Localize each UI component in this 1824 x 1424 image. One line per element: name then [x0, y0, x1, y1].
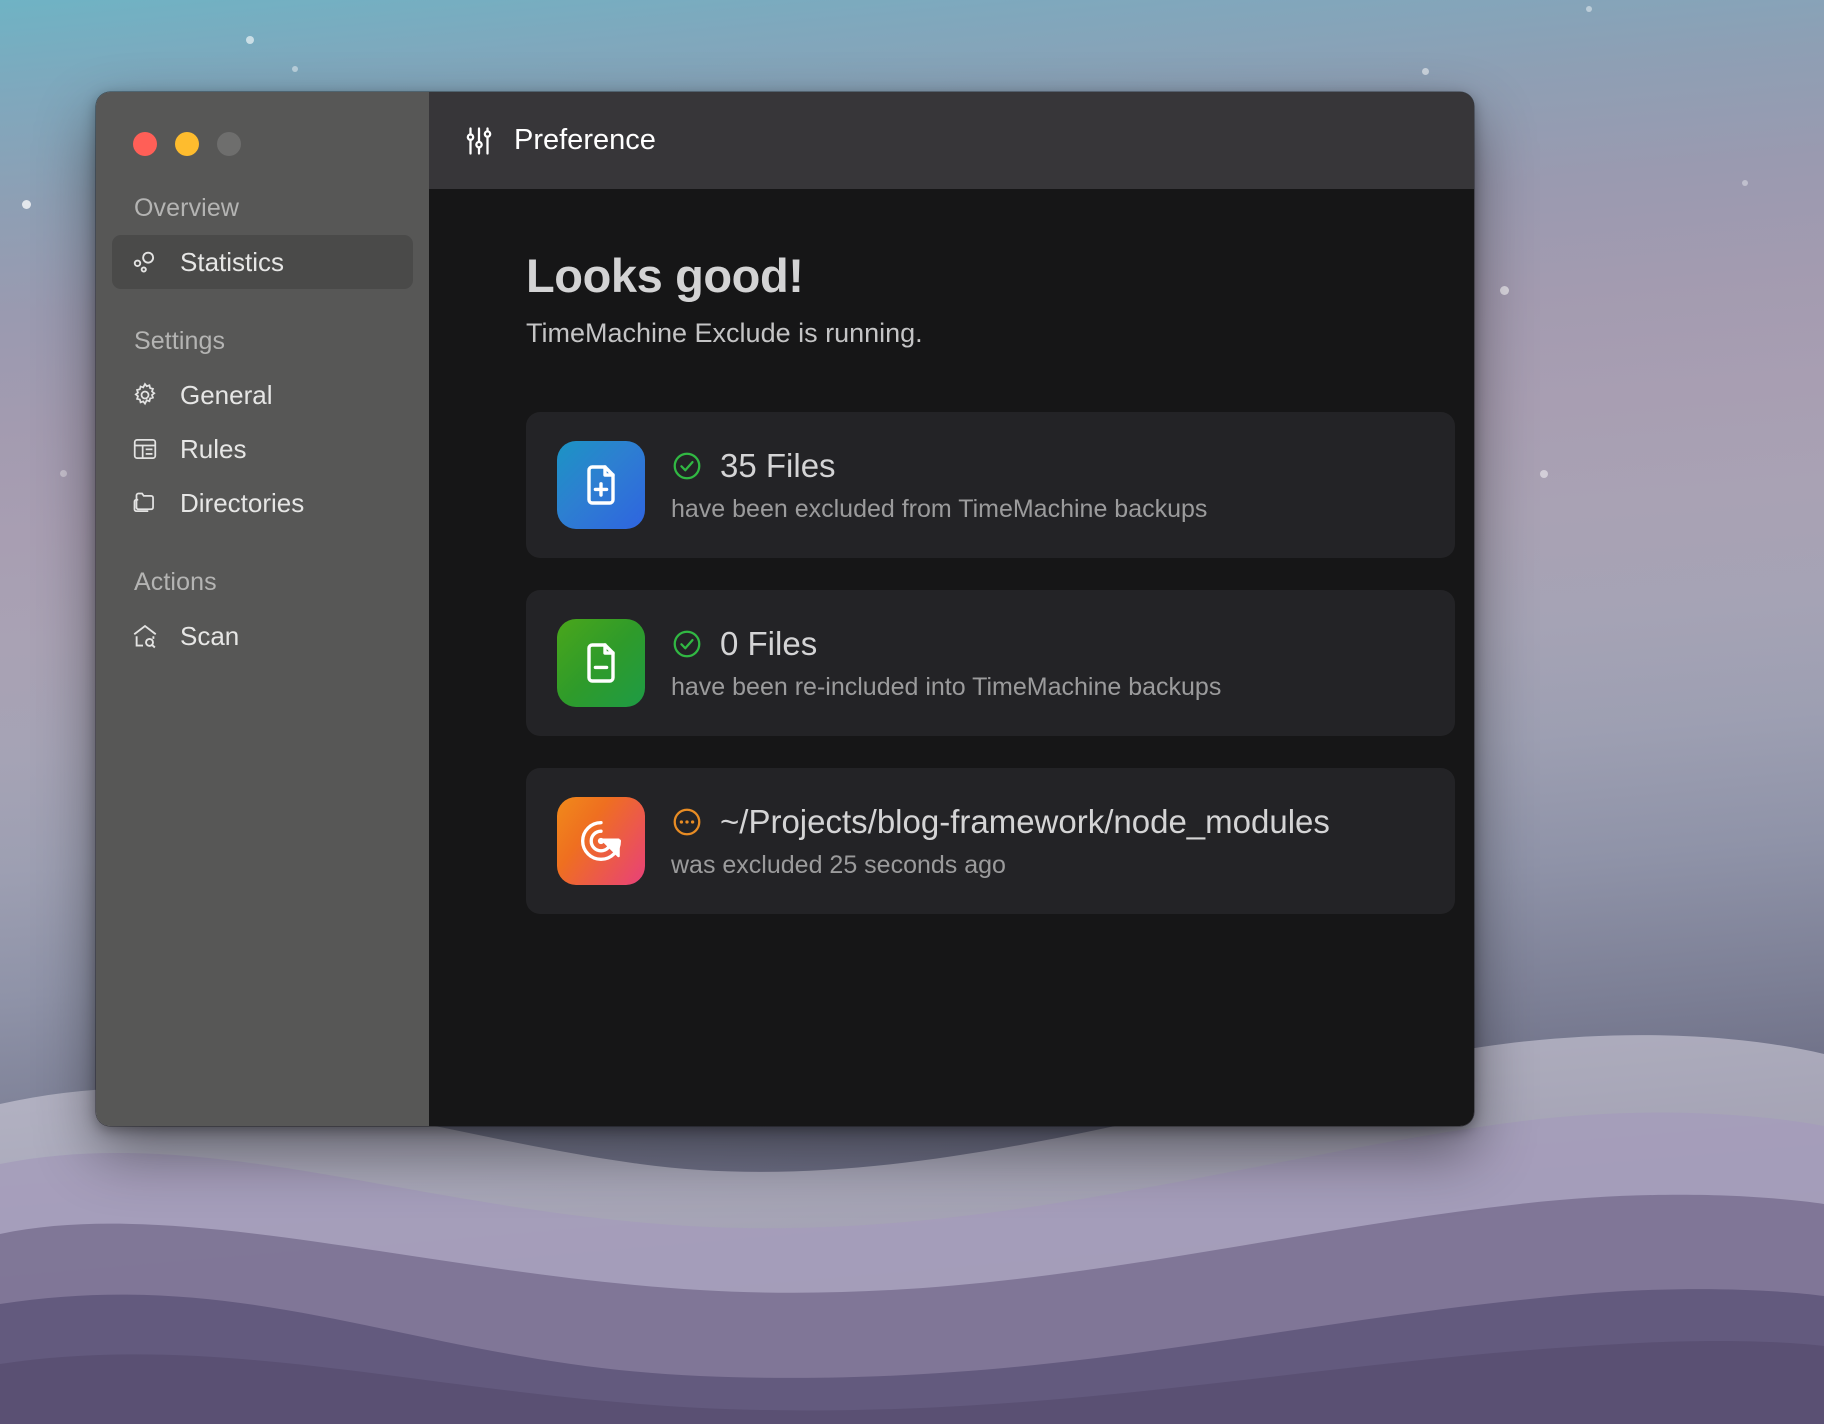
- star-dot: [292, 66, 298, 72]
- star-dot: [1500, 286, 1509, 295]
- sidebar-item-rules[interactable]: Rules: [112, 422, 413, 476]
- titlebar: Preference: [429, 92, 1474, 189]
- sidebar-item-label: Directories: [180, 487, 305, 518]
- card-title: ~/Projects/blog-framework/node_modules: [720, 802, 1330, 840]
- card-title: 0 Files: [720, 624, 818, 662]
- folders-icon: [130, 488, 160, 518]
- rules-list-icon: [130, 434, 160, 464]
- stats-card-list: 35 Files have been excluded from TimeMac…: [526, 412, 1455, 915]
- card-text: 0 Files have been re-included into TimeM…: [671, 625, 1424, 702]
- card-title-row: 35 Files: [671, 447, 1424, 485]
- star-dot: [1586, 6, 1592, 12]
- document-minus-icon: [557, 619, 645, 708]
- desktop-wallpaper: Overview Statistics Settings General Rul…: [0, 0, 1824, 1424]
- card-subtitle: have been re-included into TimeMachine b…: [671, 672, 1222, 701]
- sidebar: Overview Statistics Settings General Rul…: [96, 92, 429, 1126]
- check-circle-icon: [671, 628, 703, 660]
- stats-card-latest-exclusion[interactable]: ~/Projects/blog-framework/node_modules w…: [526, 768, 1455, 915]
- sliders-icon: [462, 124, 496, 158]
- check-circle-icon: [671, 450, 703, 482]
- sidebar-item-label: Scan: [180, 620, 240, 651]
- sidebar-item-statistics[interactable]: Statistics: [112, 235, 413, 289]
- sidebar-item-scan[interactable]: Scan: [112, 609, 413, 663]
- star-dot: [22, 200, 31, 209]
- minimize-window-button[interactable]: [175, 132, 199, 156]
- card-title-row: 0 Files: [671, 625, 1424, 663]
- sidebar-group-label-settings: Settings: [134, 327, 226, 355]
- status-headline: Looks good!: [526, 249, 804, 302]
- traffic-lights: [112, 92, 413, 156]
- sidebar-item-directories[interactable]: Directories: [112, 476, 413, 530]
- radar-scan-icon: [557, 797, 645, 886]
- stats-card-reincluded[interactable]: 0 Files have been re-included into TimeM…: [526, 590, 1455, 737]
- star-dot: [60, 470, 67, 477]
- card-title-row: ~/Projects/blog-framework/node_modules: [671, 803, 1424, 841]
- sidebar-item-general[interactable]: General: [112, 368, 413, 422]
- close-window-button[interactable]: [133, 132, 157, 156]
- page-title: Preference: [514, 124, 656, 156]
- card-subtitle: was excluded 25 seconds ago: [671, 850, 1006, 879]
- sidebar-group-label-overview: Overview: [134, 194, 239, 222]
- card-text: ~/Projects/blog-framework/node_modules w…: [671, 803, 1424, 880]
- app-window: Overview Statistics Settings General Rul…: [96, 92, 1474, 1126]
- statistics-icon: [130, 247, 160, 277]
- main-panel: Looks good! TimeMachine Exclude is runni…: [429, 189, 1474, 1126]
- stats-card-excluded[interactable]: 35 Files have been excluded from TimeMac…: [526, 412, 1455, 559]
- status-subheadline: TimeMachine Exclude is running.: [526, 318, 923, 349]
- card-text: 35 Files have been excluded from TimeMac…: [671, 447, 1424, 524]
- gear-icon: [130, 380, 160, 410]
- card-subtitle: have been excluded from TimeMachine back…: [671, 494, 1208, 523]
- star-dot: [1742, 180, 1748, 186]
- document-plus-icon: [557, 441, 645, 530]
- house-search-icon: [130, 621, 160, 651]
- star-dot: [246, 36, 254, 44]
- ellipsis-circle-icon: [671, 806, 703, 838]
- content-area: Preference Looks good! TimeMachine Exclu…: [429, 92, 1474, 1126]
- card-title: 35 Files: [720, 446, 836, 484]
- maximize-window-button[interactable]: [217, 132, 241, 156]
- sidebar-group-label-actions: Actions: [134, 568, 217, 596]
- sidebar-item-label: General: [180, 379, 273, 410]
- sidebar-item-label: Statistics: [180, 246, 285, 277]
- star-dot: [1422, 68, 1429, 75]
- star-dot: [1540, 470, 1548, 478]
- sidebar-item-label: Rules: [180, 433, 247, 464]
